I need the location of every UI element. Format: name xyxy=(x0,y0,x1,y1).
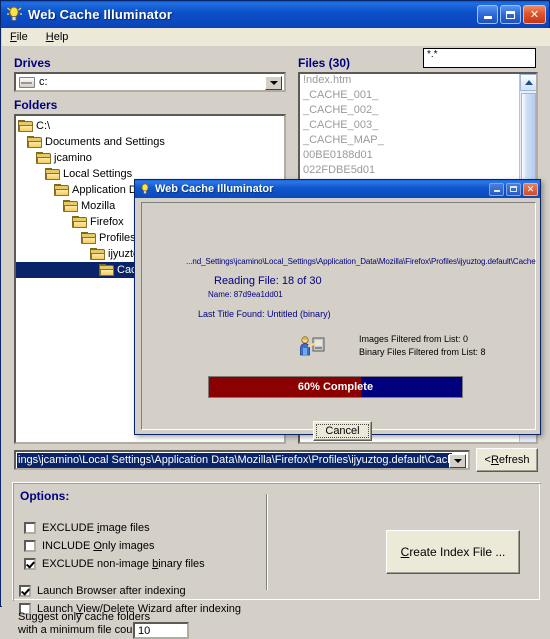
folder-tree-item-label: jcamino xyxy=(54,152,92,164)
folder-tree-item[interactable]: C:\ xyxy=(16,118,284,134)
checkbox-label: EXCLUDE image files xyxy=(42,522,150,534)
folder-icon xyxy=(54,183,70,197)
min-file-count-input[interactable]: 10 xyxy=(133,622,189,639)
options-label: Options: xyxy=(20,489,70,503)
create-index-file-button[interactable]: Create Index File ... xyxy=(386,530,520,574)
menu-bar: FFileile HHelpelp xyxy=(2,28,550,46)
checkbox-exclude-image-files[interactable]: EXCLUDE image files xyxy=(24,522,150,534)
folder-tree-item[interactable]: jcamino xyxy=(16,150,284,166)
cancel-button[interactable]: Cancel xyxy=(313,421,372,441)
folder-tree-item-label: C:\ xyxy=(36,120,51,132)
person-at-computer-icon xyxy=(297,334,327,358)
file-list-item[interactable]: _CACHE_MAP_ xyxy=(300,134,536,149)
folder-icon xyxy=(63,199,79,213)
folders-label: Folders xyxy=(14,98,58,112)
folder-tree-item-label: Firefox xyxy=(90,216,124,228)
file-list-item[interactable]: !ndex.htm xyxy=(300,74,536,89)
folder-icon xyxy=(45,167,61,181)
folder-tree-item[interactable]: Documents and Settings xyxy=(16,134,284,150)
dialog-binary-filtered: Binary Files Filtered from List: 8 xyxy=(359,347,486,357)
progress-bar: 60% Complete xyxy=(208,376,463,398)
file-list-item[interactable]: 00BE0188d01 xyxy=(300,149,536,164)
menu-item-file[interactable]: FFileile xyxy=(10,31,28,43)
window-title: Web Cache Illuminator xyxy=(28,7,173,22)
folder-icon xyxy=(18,119,34,133)
path-select[interactable]: ings\jcamino\Local Settings\Application … xyxy=(14,450,470,470)
checkbox-label: Launch Browser after indexing xyxy=(37,585,186,597)
window-controls: ✕ xyxy=(477,5,546,24)
drive-select[interactable]: c: xyxy=(14,72,286,92)
folder-icon xyxy=(27,135,43,149)
dialog-current-path: ...nd_Settings\jcamino\Local_Settings\Ap… xyxy=(186,257,536,266)
progress-dialog: Web Cache Illuminator ✕ ...nd_Settings\j… xyxy=(134,179,541,441)
chevron-down-icon[interactable] xyxy=(449,454,466,468)
progress-bar-label: 60% Complete xyxy=(297,381,374,393)
dialog-file-name: Name: 87d9ea1dd01 xyxy=(208,290,283,299)
dialog-window-controls: ✕ xyxy=(489,182,538,196)
dialog-title-bar: Web Cache Illuminator ✕ xyxy=(135,180,540,198)
folder-tree-item-label: Local Settings xyxy=(63,168,133,180)
scroll-up-icon[interactable] xyxy=(520,74,536,91)
folder-icon xyxy=(72,215,88,229)
checkbox-launch-browser[interactable]: Launch Browser after indexing xyxy=(19,585,186,597)
dialog-reading-file: Reading File: 18 of 30 xyxy=(214,275,322,287)
dialog-maximize-button[interactable] xyxy=(506,182,521,196)
dialog-close-button[interactable]: ✕ xyxy=(523,182,538,196)
lightbulb-icon xyxy=(139,183,151,195)
refresh-button[interactable]: < Refresh xyxy=(476,448,538,472)
cancel-button-label: Cancel xyxy=(316,424,369,438)
folder-icon xyxy=(36,151,52,165)
file-list-item[interactable]: _CACHE_001_ xyxy=(300,89,536,104)
application-window: Web Cache Illuminator ✕ FFileile HHelpel… xyxy=(0,0,550,639)
checkbox-box[interactable] xyxy=(24,540,36,552)
dialog-body: ...nd_Settings\jcamino\Local_Settings\Ap… xyxy=(141,202,536,441)
options-divider xyxy=(266,494,268,590)
checkbox-box[interactable] xyxy=(24,558,36,570)
dialog-last-title-found: Last Title Found: Untitled (binary) xyxy=(198,309,331,319)
menu-item-help[interactable]: HHelpelp xyxy=(46,31,69,43)
dialog-minimize-button[interactable] xyxy=(489,182,504,196)
file-list-item[interactable]: 022FDBE5d01 xyxy=(300,164,536,179)
checkbox-label: INCLUDE Only images xyxy=(42,540,155,552)
checkbox-box[interactable] xyxy=(24,522,36,534)
drive-select-value: c: xyxy=(39,76,48,88)
dialog-title: Web Cache Illuminator xyxy=(155,183,274,195)
folder-icon xyxy=(90,247,106,261)
chevron-down-icon[interactable] xyxy=(265,76,282,90)
drives-label: Drives xyxy=(14,56,51,70)
folder-tree-item-label: Mozilla xyxy=(81,200,116,212)
path-select-value: ings\jcamino\Local Settings\Application … xyxy=(17,452,452,468)
folder-tree-item-label: Profiles xyxy=(99,232,136,244)
close-button[interactable]: ✕ xyxy=(523,5,546,24)
checkbox-include-only-images[interactable]: INCLUDE Only images xyxy=(24,540,154,552)
folder-tree-item-label: Documents and Settings xyxy=(45,136,165,148)
hard-drive-icon xyxy=(19,76,35,88)
minimize-button[interactable] xyxy=(477,5,498,24)
lightbulb-icon xyxy=(6,6,23,23)
checkbox-label: EXCLUDE non-image binary files xyxy=(42,558,205,570)
folder-icon xyxy=(81,231,97,245)
file-list-item[interactable]: _CACHE_003_ xyxy=(300,119,536,134)
checkbox-box[interactable] xyxy=(19,585,31,597)
title-bar: Web Cache Illuminator ✕ xyxy=(1,1,549,28)
checkbox-exclude-non-image-binary[interactable]: EXCLUDE non-image binary files xyxy=(24,558,205,570)
folder-icon xyxy=(99,263,115,277)
file-list-item[interactable]: _CACHE_002_ xyxy=(300,104,536,119)
maximize-button[interactable] xyxy=(500,5,521,24)
file-filter-input[interactable]: *.* xyxy=(423,48,536,68)
dialog-images-filtered: Images Filtered from List: 0 xyxy=(359,334,469,344)
files-label: Files (30) xyxy=(298,56,351,70)
